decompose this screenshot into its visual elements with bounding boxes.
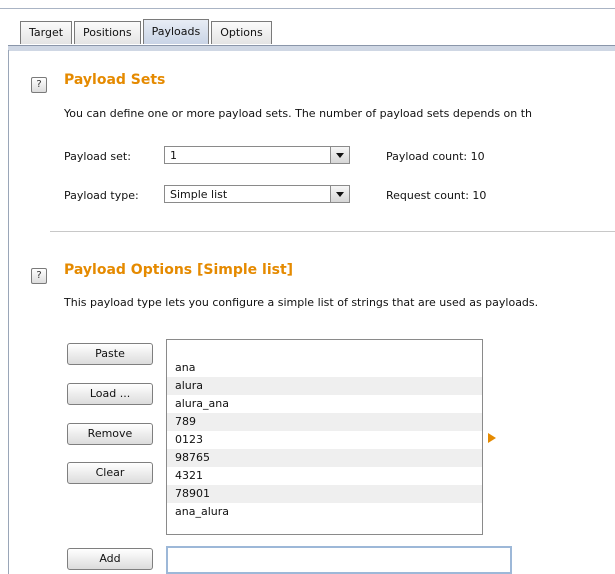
panel-left-border — [8, 50, 9, 574]
payload-options-description: This payload type lets you configure a s… — [64, 296, 539, 309]
tab-positions[interactable]: Positions — [74, 21, 141, 44]
window-top-border — [0, 8, 615, 9]
payload-set-value: 1 — [170, 149, 177, 162]
payload-options-title: Payload Options [Simple list] — [64, 262, 294, 278]
request-count-label-text: Request count: — [386, 189, 469, 202]
payload-type-label: Payload type: — [64, 189, 139, 202]
payload-count-label-text: Payload count: — [386, 150, 468, 163]
tab-panel-border — [8, 45, 615, 51]
chevron-down-icon[interactable] — [330, 147, 349, 163]
payload-sets-description: You can define one or more payload sets.… — [64, 107, 533, 120]
payload-sets-title: Payload Sets — [64, 72, 166, 88]
payload-set-label: Payload set: — [64, 150, 131, 163]
payload-set-select[interactable]: 1 — [164, 146, 350, 164]
add-item-input[interactable] — [166, 546, 512, 574]
payload-list-items: ana alura alura_ana 789 0123 98765 4321 … — [167, 359, 482, 521]
request-count-label: Request count: 10 — [386, 189, 486, 202]
payload-count-value: 10 — [470, 150, 485, 163]
payload-list[interactable]: ana alura alura_ana 789 0123 98765 4321 … — [166, 339, 483, 535]
chevron-down-icon[interactable] — [330, 186, 349, 202]
list-item[interactable]: ana — [167, 359, 482, 377]
triangle-right-icon[interactable] — [488, 433, 496, 443]
list-item[interactable]: 4321 — [167, 467, 482, 485]
list-item[interactable]: alura — [167, 377, 482, 395]
clear-button[interactable]: Clear — [67, 462, 153, 484]
list-item[interactable]: ana_alura — [167, 503, 482, 521]
list-item[interactable]: 78901 — [167, 485, 482, 503]
list-item[interactable]: 98765 — [167, 449, 482, 467]
list-item[interactable]: alura_ana — [167, 395, 482, 413]
paste-button[interactable]: Paste — [67, 343, 153, 365]
payload-type-select[interactable]: Simple list — [164, 185, 350, 203]
list-item[interactable]: 789 — [167, 413, 482, 431]
section-divider — [50, 231, 615, 232]
tab-target[interactable]: Target — [20, 21, 73, 44]
payload-type-value: Simple list — [170, 188, 228, 201]
payload-count-label: Payload count: 10 — [386, 150, 485, 163]
load-button[interactable]: Load ... — [67, 383, 153, 405]
list-item[interactable]: 0123 — [167, 431, 482, 449]
payload-options-help-icon[interactable]: ? — [31, 268, 47, 284]
request-count-value: 10 — [472, 189, 487, 202]
tab-options[interactable]: Options — [211, 21, 272, 44]
remove-button[interactable]: Remove — [67, 423, 153, 445]
payload-sets-help-icon[interactable]: ? — [31, 77, 47, 93]
tab-bar: Target Positions Payloads Options — [20, 19, 274, 45]
tab-payloads[interactable]: Payloads — [142, 19, 210, 44]
add-button[interactable]: Add — [67, 548, 153, 570]
